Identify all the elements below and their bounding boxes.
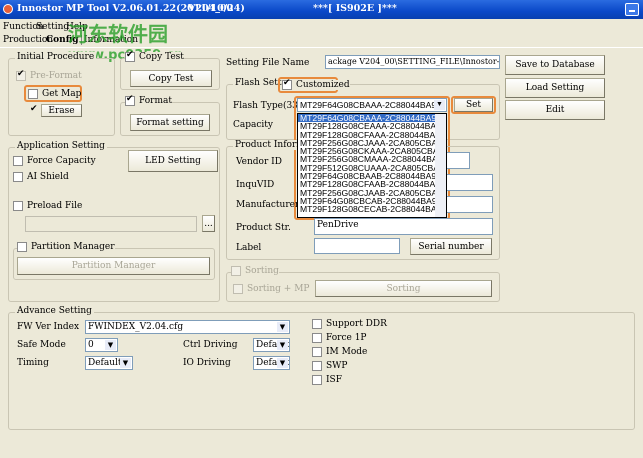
preload-file-checkbox[interactable]: Preload File <box>13 201 82 211</box>
capacity-label: Capacity <box>233 120 273 130</box>
swp-checkbox[interactable]: SWP <box>312 361 347 371</box>
ctrl-driving-select[interactable]: Default ▼ <box>253 338 290 352</box>
label-label: Label <box>236 243 262 253</box>
save-to-database-button[interactable]: Save to Database <box>505 55 605 75</box>
setting-file-input[interactable]: ackage V204_00\SETTING_FILE\Innostor-Set… <box>325 55 500 69</box>
timing-select[interactable]: Default ▼ <box>85 356 133 370</box>
sorting-button[interactable]: Sorting <box>315 280 492 297</box>
force-1p-checkbox[interactable]: Force 1P <box>312 333 366 343</box>
window-version: V204_00 <box>188 3 234 14</box>
chevron-down-icon[interactable]: ▼ <box>277 322 288 332</box>
format-setting-button[interactable]: Format setting <box>130 114 210 131</box>
erase-button[interactable]: Erase <box>41 104 82 117</box>
serial-number-button[interactable]: Serial number <box>410 238 492 255</box>
minimize-button[interactable] <box>625 3 639 16</box>
copy-test-button[interactable]: Copy Test <box>130 70 212 87</box>
chevron-down-icon[interactable]: ▼ <box>120 358 131 368</box>
product-str-label: Product Str. <box>236 223 291 233</box>
browse-button[interactable]: ... <box>202 215 215 232</box>
copy-test-checkbox[interactable]: Copy Test <box>125 50 184 62</box>
erase-checkbox[interactable] <box>30 104 40 117</box>
flash-type-select[interactable]: MT29F64G08CBAAA-2C88044BA9 ▼ <box>297 98 447 112</box>
chevron-down-icon[interactable]: ▼ <box>277 340 288 350</box>
load-setting-button[interactable]: Load Setting <box>505 78 605 98</box>
format-checkbox[interactable]: Format <box>125 94 172 106</box>
force-capacity-checkbox[interactable]: Force Capacity <box>13 156 96 166</box>
sorting-mp-checkbox[interactable]: Sorting + MP <box>233 284 309 294</box>
io-driving-label: IO Driving <box>183 358 231 368</box>
led-setting-button[interactable]: LED Setting <box>128 150 218 172</box>
menu-setting[interactable]: Setting <box>36 22 69 32</box>
initial-procedure-label: Initial Procedure <box>15 52 97 62</box>
preload-file-input[interactable] <box>25 216 197 232</box>
label-input[interactable] <box>314 238 400 254</box>
inqu-vid-label: InquVID <box>236 180 275 190</box>
fw-ver-index-label: FW Ver Index <box>17 322 80 332</box>
vendor-id-label: Vendor ID <box>236 157 282 167</box>
flash-type-option[interactable]: MT29F128G08CECAB-2C88044BA9 <box>298 205 446 214</box>
flash-type-dropdown-list[interactable]: MT29F64G08CBAAA-2C88044BA9 MT29F128G08CEA… <box>297 113 447 218</box>
app-icon <box>3 4 13 14</box>
io-driving-select[interactable]: Default ▼ <box>253 356 290 370</box>
fw-ver-index-select[interactable]: FWINDEX_V2.04.cfg ▼ <box>85 320 290 334</box>
get-map-checkbox[interactable]: Get Map <box>28 89 81 99</box>
partition-manager-button[interactable]: Partition Manager <box>17 257 210 275</box>
safe-mode-select[interactable]: 0 ▼ <box>85 338 118 352</box>
partition-manager-checkbox[interactable]: Partition Manager <box>17 242 115 252</box>
edit-button[interactable]: Edit <box>505 100 605 120</box>
safe-mode-label: Safe Mode <box>17 340 66 350</box>
chevron-down-icon[interactable]: ▼ <box>277 358 288 368</box>
dropdown-scrollbar[interactable] <box>435 114 446 217</box>
setting-file-label: Setting File Name <box>226 58 310 68</box>
device-label: ***[ IS902E ]*** <box>313 3 397 14</box>
title-bar: Innostor MP Tool V2.06.01.22(2011/10/24)… <box>0 0 643 19</box>
set-button[interactable]: Set <box>454 98 493 112</box>
isf-checkbox[interactable]: ISF <box>312 375 342 385</box>
im-mode-checkbox[interactable]: IM Mode <box>312 347 367 357</box>
support-ddr-checkbox[interactable]: Support DDR <box>312 319 387 329</box>
chevron-down-icon[interactable]: ▼ <box>434 100 445 110</box>
advance-setting-label: Advance Setting <box>15 306 94 316</box>
manufacturer-label: Manufacturer <box>236 200 300 210</box>
application-setting-label: Application Setting <box>15 141 107 151</box>
customized-checkbox[interactable]: Customized <box>282 78 350 90</box>
product-str-input[interactable]: PenDrive <box>314 218 493 235</box>
ai-shield-checkbox[interactable]: AI Shield <box>13 172 69 182</box>
watermark-name: 河东软件园 <box>68 22 168 46</box>
chevron-down-icon[interactable]: ▼ <box>105 340 116 350</box>
ctrl-driving-label: Ctrl Driving <box>183 340 238 350</box>
pre-format-checkbox[interactable]: Pre-Format <box>16 69 82 81</box>
timing-label: Timing <box>17 358 49 368</box>
sorting-checkbox[interactable]: Sorting <box>231 266 279 276</box>
